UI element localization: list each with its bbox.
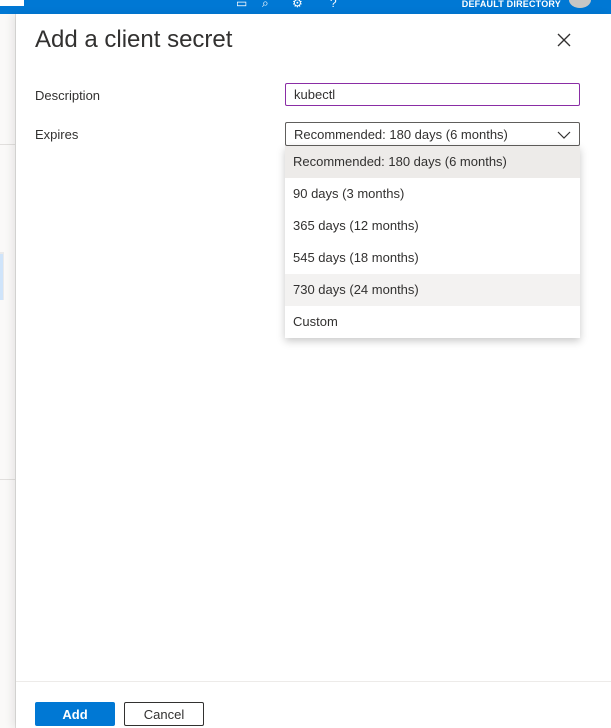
divider (0, 479, 16, 480)
expires-selected-value: Recommended: 180 days (6 months) (294, 127, 508, 142)
panel-title: Add a client secret (35, 26, 233, 53)
expires-options-list: Recommended: 180 days (6 months) 90 days… (285, 146, 580, 338)
footer-divider (16, 681, 611, 682)
notifications-icon[interactable]: ▭ (236, 0, 247, 9)
expires-label: Expires (35, 127, 79, 142)
expires-option[interactable]: 545 days (18 months) (285, 242, 580, 274)
add-button[interactable]: Add (35, 702, 115, 726)
portal-logo (0, 0, 24, 6)
expires-option[interactable]: Custom (285, 306, 580, 338)
help-icon[interactable]: ? (330, 0, 337, 9)
expires-option[interactable]: 90 days (3 months) (285, 178, 580, 210)
feedback-icon[interactable]: ⌕ (262, 0, 269, 9)
expires-dropdown[interactable]: Recommended: 180 days (6 months) (285, 122, 580, 146)
background-page (0, 14, 16, 728)
portal-top-bar: ▭ ⌕ ⚙ ? DEFAULT DIRECTORY (0, 0, 611, 14)
close-icon (557, 33, 571, 47)
divider (0, 144, 16, 145)
settings-icon[interactable]: ⚙ (292, 0, 303, 9)
background-nav-selection (0, 254, 3, 300)
directory-name[interactable]: DEFAULT DIRECTORY (462, 0, 561, 9)
avatar[interactable] (569, 0, 591, 8)
description-label: Description (35, 88, 101, 103)
add-client-secret-panel: Add a client secret Description Expires … (16, 14, 611, 728)
expires-option[interactable]: 365 days (12 months) (285, 210, 580, 242)
expires-option[interactable]: Recommended: 180 days (6 months) (285, 146, 580, 178)
cancel-button[interactable]: Cancel (124, 702, 204, 726)
close-button[interactable] (552, 28, 576, 52)
chevron-down-icon (557, 131, 571, 139)
expires-option[interactable]: 730 days (24 months) (285, 274, 580, 306)
description-input[interactable] (285, 83, 580, 106)
